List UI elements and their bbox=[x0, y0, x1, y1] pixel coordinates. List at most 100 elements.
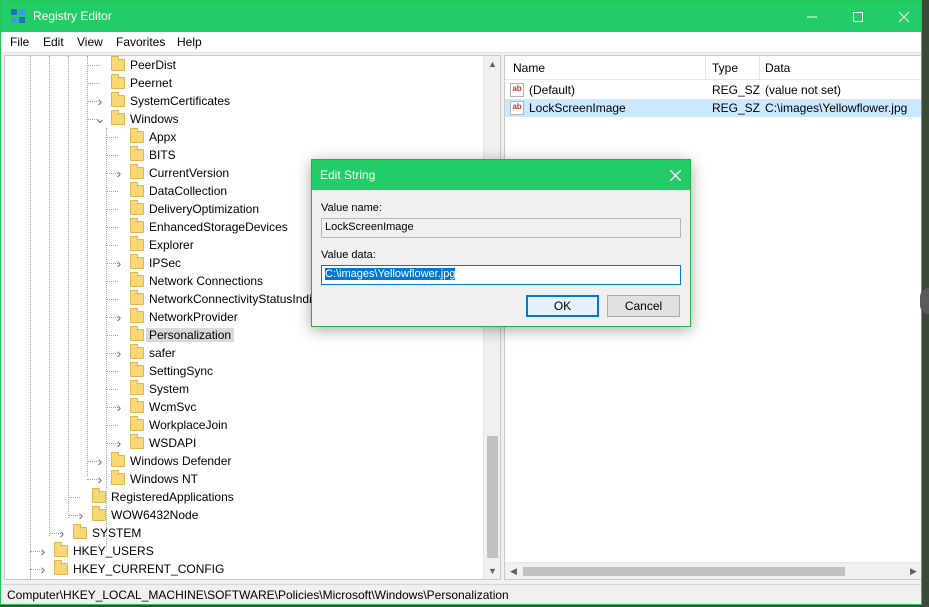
minimize-button[interactable] bbox=[789, 1, 835, 32]
tree-item-label: safer bbox=[149, 346, 176, 360]
tree-item[interactable]: EnhancedStorageDevices bbox=[114, 218, 288, 236]
tree-scroll-thumb[interactable] bbox=[487, 436, 498, 558]
menu-edit[interactable]: Edit bbox=[43, 35, 64, 49]
tree-item[interactable]: Explorer bbox=[114, 236, 194, 254]
string-value-icon: ab bbox=[510, 101, 524, 115]
folder-icon bbox=[130, 344, 144, 359]
scroll-left-icon[interactable]: ◀ bbox=[505, 566, 522, 577]
value-data: C:\images\Yellowflower.jpg bbox=[765, 101, 908, 115]
value-data-input[interactable]: C:\images\Yellowflower.jpg bbox=[321, 265, 681, 285]
value-data-selection: C:\images\Yellowflower.jpg bbox=[325, 268, 456, 280]
chevron-down-icon[interactable]: ⌄ bbox=[95, 111, 106, 126]
dialog-title-bar[interactable]: Edit String bbox=[312, 160, 690, 190]
menu-file[interactable]: File bbox=[10, 35, 29, 49]
tree-item-label: Windows NT bbox=[130, 472, 199, 486]
tree-item[interactable]: BITS bbox=[114, 146, 176, 164]
tree-item[interactable]: › WOW6432Node bbox=[76, 506, 198, 524]
chevron-right-icon[interactable]: › bbox=[95, 471, 105, 487]
tree-item-label: PeerDist bbox=[130, 58, 177, 72]
tree-item[interactable]: › HKEY_USERS bbox=[38, 542, 154, 560]
scroll-down-icon[interactable]: ▼ bbox=[484, 566, 500, 576]
tree-item[interactable]: ⌄ Windows bbox=[95, 110, 179, 128]
chevron-right-icon[interactable]: › bbox=[95, 93, 105, 109]
tree-item[interactable]: › HKEY_CURRENT_CONFIG bbox=[38, 560, 224, 578]
folder-icon bbox=[111, 74, 125, 89]
tree-item-label: CurrentVersion bbox=[149, 166, 230, 180]
tree-item-label: Peernet bbox=[130, 76, 173, 90]
menu-help[interactable]: Help bbox=[177, 35, 202, 49]
status-bar: Computer\HKEY_LOCAL_MACHINE\SOFTWARE\Pol… bbox=[1, 584, 921, 604]
tree-item[interactable]: › WSDAPI bbox=[114, 434, 196, 452]
menu-favorites[interactable]: Favorites bbox=[116, 35, 165, 49]
value-data: (value not set) bbox=[765, 83, 842, 97]
tree-item[interactable]: › SystemCertificates bbox=[95, 92, 230, 110]
chevron-right-icon[interactable]: › bbox=[114, 345, 124, 361]
tree-item[interactable]: DataCollection bbox=[114, 182, 227, 200]
folder-icon bbox=[130, 254, 144, 269]
tree-item[interactable]: › Windows Defender bbox=[95, 452, 231, 470]
tree-item[interactable]: › WcmSvc bbox=[114, 398, 196, 416]
close-icon bbox=[669, 169, 681, 181]
tree-item[interactable]: Network Connections bbox=[114, 272, 263, 290]
tree-item[interactable]: › Windows NT bbox=[95, 470, 198, 488]
tree-item[interactable]: RegisteredApplications bbox=[76, 488, 234, 506]
scroll-right-icon[interactable]: ▶ bbox=[905, 566, 921, 577]
tree-item[interactable]: PeerDist bbox=[95, 56, 176, 74]
tree-item[interactable]: › IPSec bbox=[114, 254, 181, 272]
folder-icon bbox=[130, 434, 144, 449]
chevron-right-icon[interactable]: › bbox=[38, 561, 48, 577]
close-button[interactable] bbox=[881, 1, 921, 32]
column-name[interactable]: Name bbox=[513, 61, 545, 75]
tree-item[interactable]: System bbox=[114, 380, 189, 398]
minimize-icon bbox=[807, 16, 817, 17]
folder-icon bbox=[130, 398, 144, 413]
tree-item[interactable]: › CurrentVersion bbox=[114, 164, 229, 182]
folder-icon bbox=[130, 182, 144, 197]
chevron-right-icon[interactable]: › bbox=[38, 543, 48, 559]
scroll-up-icon[interactable]: ▲ bbox=[484, 59, 500, 69]
tree-item[interactable]: › SYSTEM bbox=[57, 524, 141, 542]
tree-item-label: SystemCertificates bbox=[130, 94, 231, 108]
chevron-right-icon[interactable]: › bbox=[114, 255, 124, 271]
list-horizontal-scrollbar[interactable]: ◀ ▶ bbox=[505, 562, 921, 579]
value-data-label: Value data: bbox=[321, 249, 376, 261]
chevron-right-icon[interactable]: › bbox=[114, 435, 124, 451]
tree-item[interactable]: Personalization bbox=[114, 326, 235, 344]
folder-icon bbox=[54, 560, 68, 575]
list-scroll-thumb[interactable] bbox=[523, 567, 845, 576]
tree-item-label: HKEY_USERS bbox=[73, 544, 154, 558]
tree-item[interactable]: NetworkConnectivityStatusIndicator bbox=[114, 290, 338, 308]
column-type[interactable]: Type bbox=[712, 61, 738, 75]
maximize-button[interactable] bbox=[835, 1, 881, 32]
chevron-right-icon[interactable]: › bbox=[114, 165, 124, 181]
tree-item[interactable]: DeliveryOptimization bbox=[114, 200, 259, 218]
tree-item[interactable]: Appx bbox=[114, 128, 176, 146]
value-row-selected[interactable]: ab LockScreenImage REG_SZ C:\images\Yell… bbox=[505, 99, 921, 117]
ok-button[interactable]: OK bbox=[526, 295, 599, 317]
chevron-right-icon[interactable]: › bbox=[114, 309, 124, 325]
folder-icon bbox=[130, 128, 144, 143]
folder-icon bbox=[130, 218, 144, 233]
folder-icon bbox=[130, 416, 144, 431]
value-name: LockScreenImage bbox=[529, 101, 626, 115]
tree-item[interactable]: WorkplaceJoin bbox=[114, 416, 227, 434]
dialog-close-button[interactable] bbox=[664, 164, 686, 186]
title-bar[interactable]: Registry Editor bbox=[1, 1, 921, 32]
tree-item[interactable]: Peernet bbox=[95, 74, 172, 92]
chevron-right-icon[interactable]: › bbox=[114, 399, 124, 415]
value-type: REG_SZ bbox=[712, 83, 761, 97]
value-row[interactable]: ab (Default) REG_SZ (value not set) bbox=[505, 81, 921, 99]
column-data[interactable]: Data bbox=[765, 61, 790, 75]
tree-item-label: Windows bbox=[130, 112, 179, 126]
chevron-right-icon[interactable]: › bbox=[76, 507, 86, 523]
tree-item[interactable]: › NetworkProvider bbox=[114, 308, 238, 326]
chevron-right-icon[interactable]: › bbox=[95, 453, 105, 469]
chevron-right-icon[interactable]: › bbox=[57, 525, 67, 541]
tree-item[interactable]: › safer bbox=[114, 344, 176, 362]
tree-item[interactable]: SettingSync bbox=[114, 362, 213, 380]
cancel-button[interactable]: Cancel bbox=[607, 295, 680, 317]
string-value-icon: ab bbox=[510, 83, 524, 97]
menu-view[interactable]: View bbox=[77, 35, 103, 49]
